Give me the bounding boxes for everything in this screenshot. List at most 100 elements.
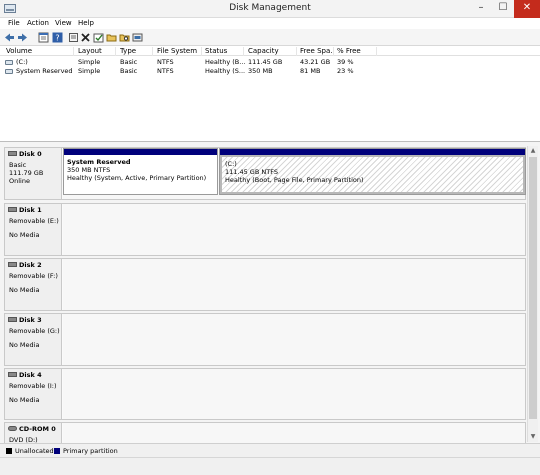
column-header-status[interactable]: Status (205, 47, 244, 56)
disk-2-area (63, 259, 525, 310)
disk-status: Online (9, 177, 30, 185)
disk-name: Disk 2 (19, 261, 42, 269)
disk-4-area (63, 369, 525, 419)
menu-help[interactable]: Help (78, 19, 94, 27)
disk-name: Disk 1 (19, 206, 42, 214)
menu-file[interactable]: File (8, 19, 20, 27)
menu-action[interactable]: Action (27, 19, 49, 27)
column-header-type[interactable]: Type (120, 47, 153, 56)
partition-status: Healthy (System, Active, Primary Partiti… (67, 174, 207, 182)
disk-0-label[interactable]: Disk 0 Basic 111.79 GB Online (5, 148, 62, 199)
disk-graphical-view: Disk 0 Basic 111.79 GB Online System Res… (0, 142, 540, 444)
scroll-up-icon[interactable]: ▲ (528, 146, 538, 156)
cell-volume: (C:) (16, 58, 28, 66)
scroll-down-icon[interactable]: ▼ (528, 432, 538, 442)
legend-unallocated-swatch (6, 448, 12, 454)
cdrom-icon (8, 426, 17, 431)
table-row[interactable]: System Reserved Simple Basic NTFS Health… (0, 67, 540, 76)
disk-name: Disk 3 (19, 316, 42, 324)
disk-type: Removable (G:) (9, 327, 60, 335)
open-folder-icon[interactable] (106, 32, 117, 43)
cell-file-system: NTFS (157, 58, 174, 66)
partition-system-reserved[interactable]: System Reserved 350 MB NTFS Healthy (Sys… (63, 148, 218, 195)
cell-volume: System Reserved (16, 67, 73, 75)
open-icon[interactable] (68, 32, 79, 43)
title-bar: Disk Management – ☐ ✕ (0, 0, 540, 18)
disk-type: Removable (F:) (9, 272, 58, 280)
disk-type: Removable (E:) (9, 217, 59, 225)
check-icon[interactable] (93, 32, 104, 43)
explore-icon[interactable] (119, 32, 130, 43)
disk-3-area (63, 314, 525, 365)
cdrom-0-row[interactable]: CD-ROM 0 DVD (D:) (4, 422, 526, 444)
column-header-percent-free[interactable]: % Free (337, 47, 377, 56)
partition-title: (C:) (225, 160, 237, 168)
back-icon[interactable] (4, 32, 15, 43)
volume-list-header: Volume Layout Type File System Status Ca… (0, 46, 540, 56)
disk-4-row[interactable]: Disk 4 Removable (I:) No Media (4, 368, 526, 420)
disk-1-area (63, 204, 525, 255)
disk-1-row[interactable]: Disk 1 Removable (E:) No Media (4, 203, 526, 256)
cell-capacity: 111.45 GB (248, 58, 283, 66)
maximize-button[interactable]: ☐ (492, 0, 514, 18)
menu-view[interactable]: View (55, 19, 72, 27)
column-header-file-system[interactable]: File System (157, 47, 202, 56)
legend-unallocated-label: Unallocated (15, 447, 54, 455)
disk-0-partitions: System Reserved 350 MB NTFS Healthy (Sys… (63, 148, 526, 199)
cell-status: Healthy (S... (205, 67, 246, 75)
forward-icon[interactable] (17, 32, 28, 43)
svg-text:?: ? (55, 34, 59, 43)
disk-4-label[interactable]: Disk 4 Removable (I:) No Media (5, 369, 62, 419)
cdrom-0-label[interactable]: CD-ROM 0 DVD (D:) (5, 423, 62, 444)
disk-0-row[interactable]: Disk 0 Basic 111.79 GB Online System Res… (4, 147, 526, 200)
disk-type: Basic (9, 161, 27, 169)
disk-1-label[interactable]: Disk 1 Removable (E:) No Media (5, 204, 62, 255)
menu-bar: File Action View Help (0, 18, 540, 29)
disk-name: Disk 0 (19, 150, 42, 158)
disk-status: No Media (9, 231, 40, 239)
column-header-free-space[interactable]: Free Spa... (300, 47, 334, 56)
legend-primary-label: Primary partition (63, 447, 118, 455)
cell-type: Basic (120, 58, 138, 66)
column-header-capacity[interactable]: Capacity (248, 47, 297, 56)
cell-layout: Simple (78, 67, 101, 75)
vertical-scrollbar[interactable]: ▲ ▼ (527, 146, 538, 442)
table-row[interactable]: (C:) Simple Basic NTFS Healthy (B... 111… (0, 58, 540, 67)
volume-icon (5, 69, 13, 74)
disk-icon (8, 151, 17, 156)
column-header-layout[interactable]: Layout (78, 47, 116, 56)
column-header-volume[interactable]: Volume (6, 47, 74, 56)
removable-disk-icon (8, 262, 17, 267)
volume-icon (5, 60, 13, 65)
volume-list: Volume Layout Type File System Status Ca… (0, 46, 540, 142)
cell-percent-free: 23 % (337, 67, 354, 75)
cell-percent-free: 39 % (337, 58, 354, 66)
disk-name: Disk 4 (19, 371, 42, 379)
disk-name: CD-ROM 0 (19, 425, 56, 433)
partition-c-drive[interactable]: (C:) 111.45 GB NTFS Healthy (Boot, Page … (219, 148, 526, 195)
partition-size: 350 MB NTFS (67, 166, 111, 174)
cell-free-space: 81 MB (300, 67, 321, 75)
disk-size: 111.79 GB (9, 169, 44, 177)
cell-free-space: 43.21 GB (300, 58, 331, 66)
shrink-icon[interactable] (132, 32, 143, 43)
disk-3-row[interactable]: Disk 3 Removable (G:) No Media (4, 313, 526, 366)
partition-title: System Reserved (67, 158, 131, 166)
status-bar (0, 457, 540, 475)
partition-status: Healthy (Boot, Page File, Primary Partit… (225, 176, 364, 184)
help-icon[interactable]: ? (52, 32, 63, 43)
disk-3-label[interactable]: Disk 3 Removable (G:) No Media (5, 314, 62, 365)
scrollbar-thumb[interactable] (529, 157, 537, 419)
disk-2-label[interactable]: Disk 2 Removable (F:) No Media (5, 259, 62, 310)
delete-icon[interactable] (80, 32, 91, 43)
cdrom-0-area (63, 423, 525, 443)
disk-2-row[interactable]: Disk 2 Removable (F:) No Media (4, 258, 526, 311)
minimize-button[interactable]: – (470, 0, 492, 18)
disk-type: Removable (I:) (9, 382, 57, 390)
partition-size: 111.45 GB NTFS (225, 168, 278, 176)
legend-primary-swatch (54, 448, 60, 454)
cell-status: Healthy (B... (205, 58, 246, 66)
close-button[interactable]: ✕ (514, 0, 540, 18)
properties-icon[interactable] (38, 32, 49, 43)
removable-disk-icon (8, 207, 17, 212)
